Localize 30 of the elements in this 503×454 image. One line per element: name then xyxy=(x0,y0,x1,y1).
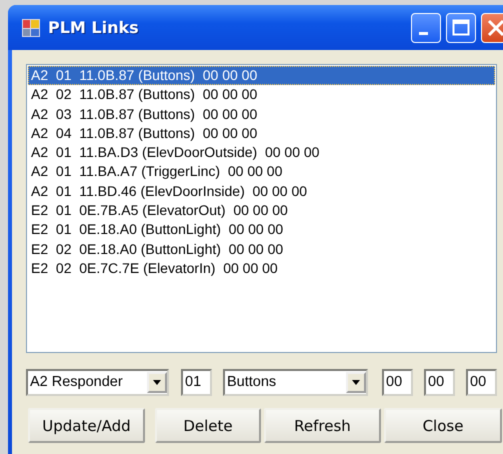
link-row[interactable]: E2 01 0E.18.A0 (ButtonLight) 00 00 00 xyxy=(28,220,495,240)
link-row[interactable]: A2 01 11.BD.46 (ElevDoorInside) 00 00 00 xyxy=(28,182,495,202)
link-row[interactable]: E2 02 0E.18.A0 (ButtonLight) 00 00 00 xyxy=(28,240,495,259)
link-row[interactable]: A2 02 11.0B.87 (Buttons) 00 00 00 xyxy=(28,85,495,105)
maximize-button[interactable] xyxy=(446,12,476,42)
link-row[interactable]: E2 01 0E.7B.A5 (ElevatorOut) 00 00 00 xyxy=(28,201,495,220)
minimize-button[interactable] xyxy=(411,12,441,42)
link-row[interactable]: A2 04 11.0B.87 (Buttons) 00 00 00 xyxy=(28,124,495,144)
dialog-button[interactable]: Update/Add xyxy=(28,408,145,443)
link-row[interactable]: A2 01 11.BA.D3 (ElevDoorOutside) 00 00 00 xyxy=(28,143,495,162)
dialog-button[interactable]: Refresh xyxy=(264,408,381,443)
device-dropdown[interactable]: Buttons xyxy=(223,368,368,396)
link-row[interactable]: E2 02 0E.7C.7E (ElevatorIn) 00 00 00 xyxy=(28,258,495,278)
dialog-button[interactable]: Close xyxy=(384,408,502,443)
data-field[interactable]: 00 xyxy=(382,368,413,396)
group-field[interactable]: 01 xyxy=(181,368,212,396)
close-button[interactable] xyxy=(481,12,503,42)
link-row[interactable]: A2 01 11.BA.A7 (TriggerLinc) 00 00 00 xyxy=(28,162,495,182)
link-row[interactable]: A2 03 11.0B.87 (Buttons) 00 00 00 xyxy=(28,104,495,124)
window-title: PLM Links xyxy=(48,18,140,37)
link-type-dropdown[interactable]: A2 Responder xyxy=(26,368,169,396)
link-row[interactable]: A2 01 11.0B.87 (Buttons) 00 00 00 xyxy=(28,66,495,86)
minimize-icon xyxy=(419,32,428,35)
links-list[interactable] xyxy=(26,64,497,353)
data-field[interactable]: 00 xyxy=(466,368,497,396)
app-icon xyxy=(22,18,40,36)
dialog-button[interactable]: Delete xyxy=(155,408,261,443)
data-field[interactable]: 00 xyxy=(424,368,455,396)
caret-icon xyxy=(352,380,360,384)
caret-icon xyxy=(153,380,161,384)
